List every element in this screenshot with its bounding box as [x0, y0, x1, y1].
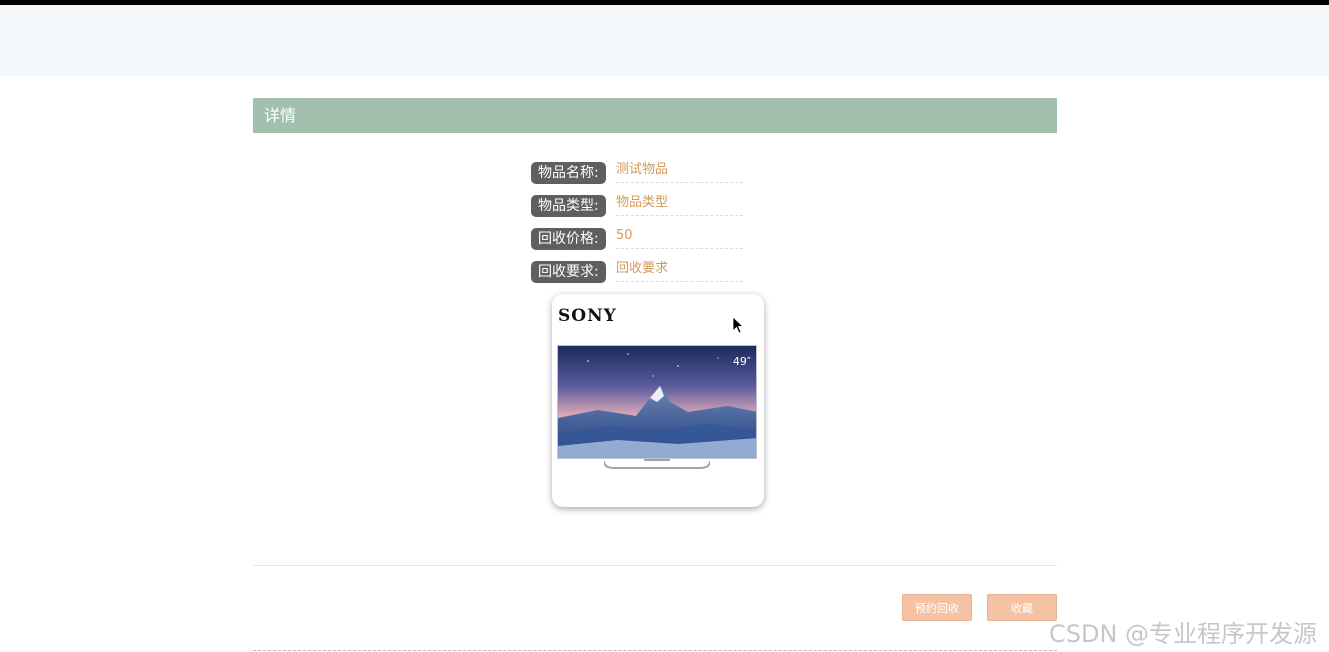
- footer-dashed-divider: [253, 650, 1057, 651]
- tv-stand-icon: [604, 459, 710, 469]
- tv-screen: 49″: [557, 345, 757, 459]
- reserve-recycle-button[interactable]: 预约回收: [902, 594, 972, 621]
- field-label: 物品类型:: [531, 195, 606, 217]
- field-value: 测试物品: [616, 160, 743, 183]
- favorite-button[interactable]: 收藏: [987, 594, 1057, 621]
- content-divider: [253, 565, 1057, 566]
- section-title: 详情: [253, 98, 1057, 133]
- brand-logo: SONY: [558, 306, 617, 326]
- screen-size-label: 49″: [732, 355, 751, 368]
- field-label: 回收价格:: [531, 228, 606, 250]
- field-label: 物品名称:: [531, 162, 606, 184]
- field-value: 物品类型: [616, 193, 743, 216]
- mouse-cursor-icon: [733, 317, 745, 334]
- field-value: 回收要求: [616, 259, 743, 282]
- field-row-item-type: 物品类型: 物品类型: [531, 195, 771, 217]
- header-band: [0, 5, 1329, 76]
- field-value: 50: [616, 226, 743, 249]
- watermark-text: CSDN @专业程序开发源: [1049, 620, 1318, 648]
- landscape-image: [558, 346, 756, 458]
- field-row-price: 回收价格: 50: [531, 228, 771, 250]
- field-row-item-name: 物品名称: 测试物品: [531, 162, 771, 184]
- field-row-requirement: 回收要求: 回收要求: [531, 261, 771, 283]
- field-label: 回收要求:: [531, 261, 606, 283]
